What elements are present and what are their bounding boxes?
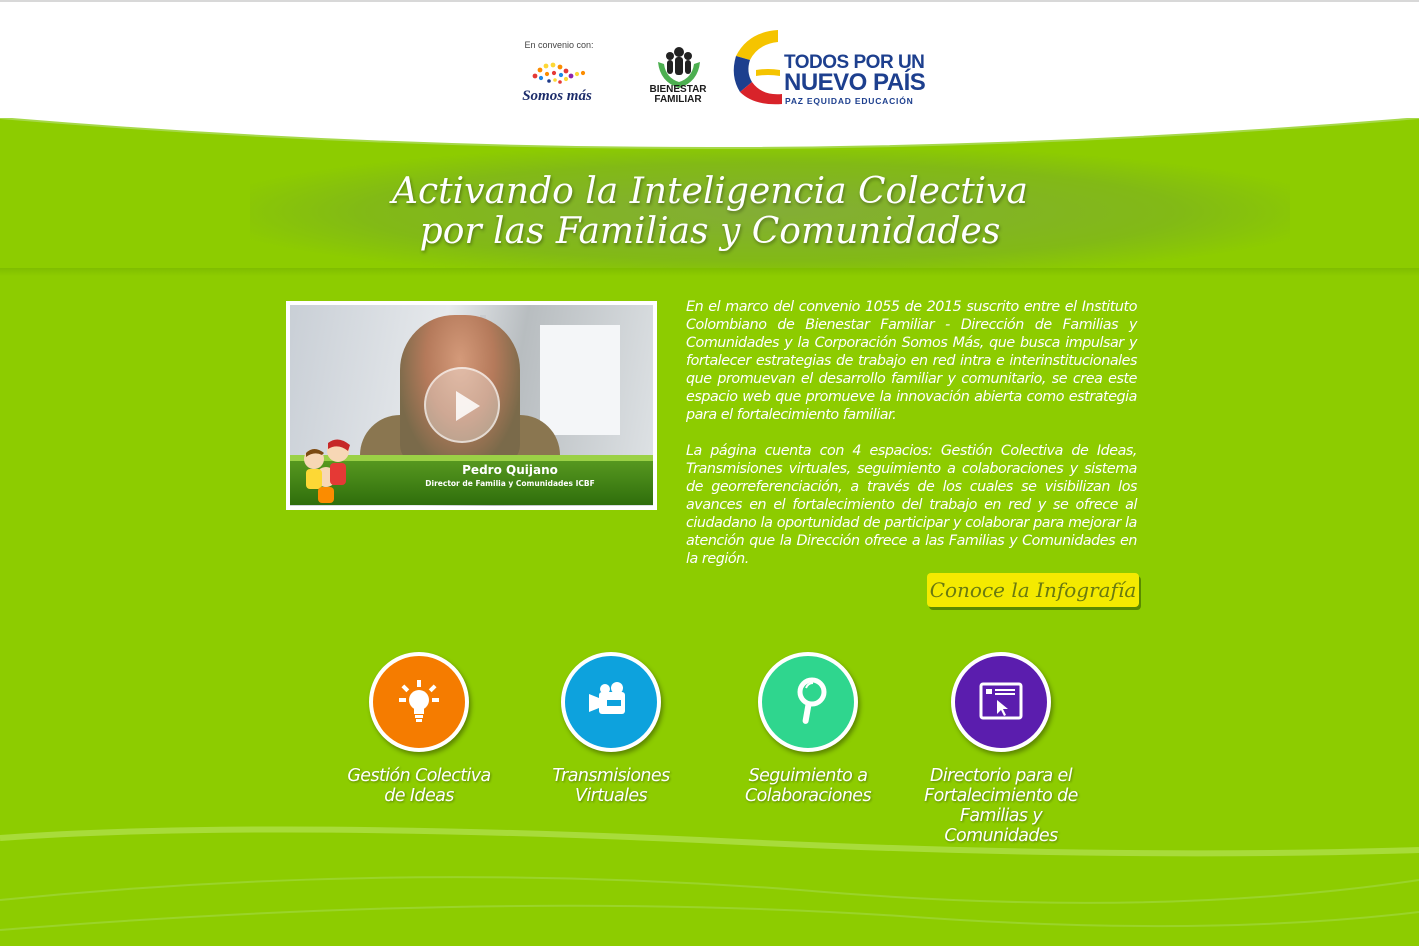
video-speaker-role: Director de Familia y Comunidades ICBF [425, 479, 595, 488]
tpu-line2: NUEVO PAÍS [784, 69, 926, 96]
intro-paragraph-2: La página cuenta con 4 espacios: Gestión… [686, 443, 1137, 567]
label-line: de Ideas [384, 786, 454, 806]
video-window [540, 325, 620, 435]
magnifier-icon [797, 677, 827, 724]
section-seguimiento-circle[interactable] [758, 652, 858, 752]
section-ideas-label[interactable]: Gestión Colectiva de Ideas [319, 766, 519, 806]
section-ideas-circle[interactable] [369, 652, 469, 752]
label-line: Directorio para el [930, 766, 1073, 786]
hero-bottom-shadow [0, 268, 1419, 276]
todos-por-un-nuevo-pais-logo[interactable] [728, 26, 784, 110]
label-line: Gestión Colectiva [347, 766, 491, 786]
intro-paragraph-1: En el marco del convenio 1055 de 2015 su… [686, 299, 1137, 423]
label-line: Virtuales [574, 786, 648, 806]
label-line: Fortalecimiento de [924, 786, 1078, 806]
convenio-label: En convenio con: [524, 40, 594, 50]
section-transmisiones[interactable]: Transmisiones Virtuales [511, 652, 711, 806]
video-camera-icon [589, 682, 625, 714]
video-player[interactable]: Pedro Quijano Director de Familia y Comu… [286, 301, 657, 510]
hero-title-line1: Activando la Inteligencia Colectiva [391, 171, 1028, 212]
video-speaker-name: Pedro Quijano [462, 463, 558, 477]
section-directorio[interactable]: Directorio para el Fortalecimiento de Fa… [901, 652, 1101, 846]
bienestar-line2: FAMILIAR [654, 94, 702, 105]
kids-cartoon-icon [304, 439, 350, 503]
somos-mas-wordmark: Somos más [522, 88, 592, 104]
bienestar-familiar-logo[interactable] [650, 42, 708, 90]
label-line: Transmisiones [552, 766, 670, 786]
section-directorio-circle[interactable] [951, 652, 1051, 752]
label-line: Colaboraciones [744, 786, 872, 806]
section-transmisiones-circle[interactable] [561, 652, 661, 752]
intro-text: En el marco del convenio 1055 de 2015 su… [686, 298, 1137, 568]
video-thumbnail[interactable]: Pedro Quijano Director de Familia y Comu… [290, 305, 653, 506]
section-ideas[interactable]: Gestión Colectiva de Ideas [319, 652, 519, 806]
section-transmisiones-label[interactable]: Transmisiones Virtuales [511, 766, 711, 806]
bienestar-familiar-wordmark: BIENESTAR FAMILIAR [645, 85, 711, 105]
play-icon[interactable] [424, 367, 500, 443]
lightbulb-icon [399, 680, 439, 722]
hero-title: Activando la Inteligencia Colectiva por … [300, 172, 1120, 252]
tpu-tagline: PAZ EQUIDAD EDUCACIÓN [785, 96, 914, 106]
web-directory-icon [979, 682, 1023, 720]
decorative-waves [0, 826, 1419, 931]
section-seguimiento-label[interactable]: Seguimiento a Colaboraciones [708, 766, 908, 806]
infographic-button[interactable]: Conoce la Infografía [927, 573, 1139, 607]
section-seguimiento[interactable]: Seguimiento a Colaboraciones [708, 652, 908, 806]
label-line: Seguimiento a [748, 766, 868, 786]
hero-title-line2: por las Familias y Comunidades [419, 211, 1001, 252]
